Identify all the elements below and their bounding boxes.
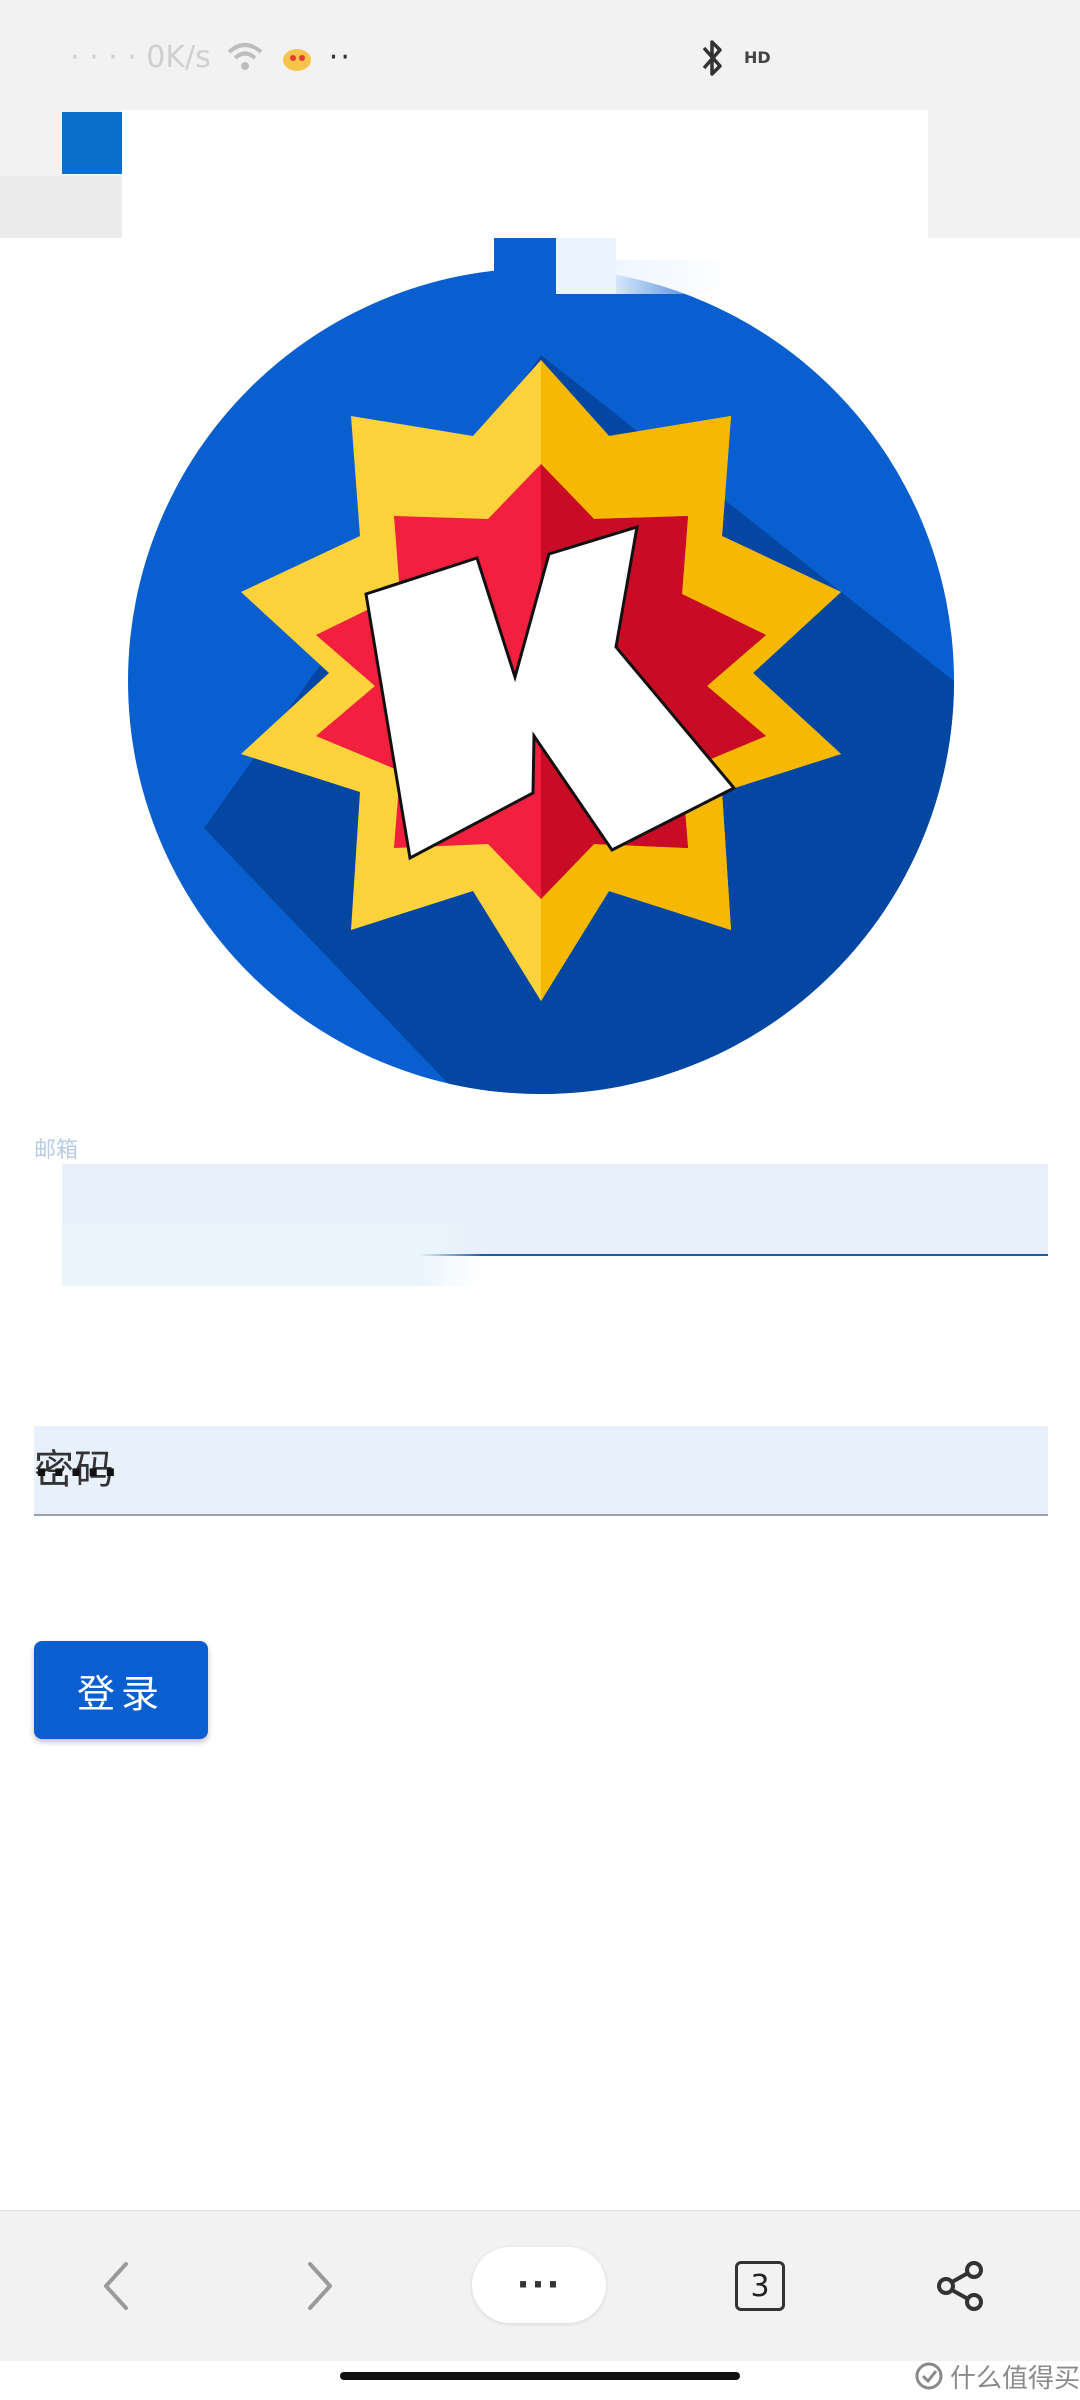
menu-button[interactable]: ···	[472, 2247, 606, 2323]
status-left: · · · · 0K/s ··	[70, 32, 352, 82]
watermark-logo-icon	[915, 2362, 943, 2390]
status-bar: · · · · 0K/s ·· HD	[0, 0, 1080, 110]
tabs-button[interactable]: 3	[710, 2211, 810, 2361]
status-right: HD	[700, 28, 771, 88]
app-logo	[128, 268, 954, 1094]
chevron-left-icon	[104, 2262, 128, 2310]
wifi-icon	[227, 43, 263, 70]
password-field[interactable]	[34, 1426, 1048, 1516]
bluetooth-icon	[702, 40, 722, 76]
password-value: ·····	[34, 1450, 120, 1496]
redaction-block	[494, 238, 556, 294]
app-logo-image	[128, 268, 954, 1094]
site-favicon-icon	[62, 112, 124, 174]
tab-count: 3	[735, 2261, 785, 2311]
hd-badge: HD	[744, 48, 771, 67]
app-notification-icon	[282, 49, 311, 71]
share-button[interactable]	[910, 2211, 1010, 2361]
browser-screen: · · · · 0K/s ·· HD 邮箱 密码 ····· 登录 ··· 3 …	[0, 0, 1080, 2400]
redaction-block	[556, 238, 616, 294]
chevron-right-icon	[308, 2262, 332, 2310]
back-button[interactable]	[66, 2211, 166, 2361]
watermark: 什么值得买	[914, 2356, 1080, 2396]
redaction-fade	[616, 260, 736, 294]
share-icon	[937, 2261, 983, 2311]
url-field[interactable]	[122, 110, 928, 238]
more-notifications-indicator: ··	[328, 39, 352, 75]
login-button[interactable]: 登录	[34, 1641, 208, 1739]
email-label: 邮箱	[34, 1138, 79, 1163]
address-bar[interactable]	[0, 110, 1080, 238]
home-indicator[interactable]	[340, 2372, 740, 2380]
email-value-redacted	[62, 1224, 482, 1286]
network-speed: · · · · 0K/s	[70, 39, 211, 75]
watermark-text: 什么值得买	[950, 2363, 1080, 2394]
forward-button[interactable]	[270, 2211, 370, 2361]
bottom-toolbar: ··· 3	[0, 2210, 1080, 2361]
